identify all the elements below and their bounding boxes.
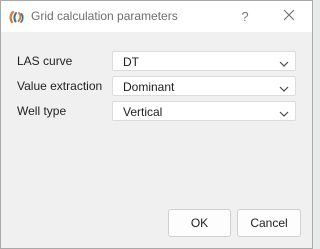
chevron-down-icon: [279, 82, 289, 92]
las-curve-row: LAS curve DT: [17, 51, 297, 71]
value-extraction-select[interactable]: Dominant: [112, 76, 296, 96]
well-type-label: Well type: [17, 104, 67, 118]
cancel-button[interactable]: Cancel: [237, 209, 301, 237]
close-button[interactable]: [267, 1, 311, 32]
well-type-row: Well type Vertical: [17, 101, 297, 121]
las-curve-label: LAS curve: [17, 54, 73, 68]
window-title: Grid calculation parameters: [31, 9, 178, 23]
las-curve-value: DT: [123, 55, 139, 69]
value-extraction-value: Dominant: [123, 80, 175, 94]
title-bar: Grid calculation parameters ?: [1, 1, 312, 32]
chevron-down-icon: [279, 57, 289, 67]
chevron-down-icon: [279, 107, 289, 117]
close-icon: [283, 9, 295, 24]
well-type-value: Vertical: [123, 105, 163, 119]
dialog-window: Grid calculation parameters ? LAS curve …: [0, 0, 313, 249]
app-logo-icon: [9, 9, 25, 25]
las-curve-select[interactable]: DT: [112, 51, 296, 71]
well-type-select[interactable]: Vertical: [112, 101, 296, 121]
help-button[interactable]: ?: [223, 1, 267, 32]
value-extraction-label: Value extraction: [17, 79, 103, 93]
value-extraction-row: Value extraction Dominant: [17, 76, 297, 96]
ok-button[interactable]: OK: [168, 209, 231, 237]
